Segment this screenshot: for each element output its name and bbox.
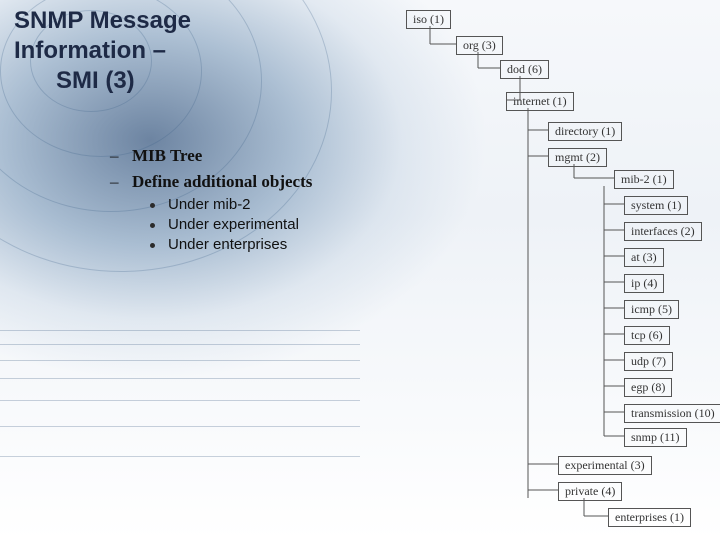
slide-title: SNMP Message Information – SMI (3) xyxy=(14,6,354,96)
subbullet-mib2: Under mib-2 xyxy=(146,196,390,213)
node-snmp: snmp (11) xyxy=(624,428,687,447)
slide-body: MIB Tree Define additional objects Under… xyxy=(110,146,390,259)
node-dod: dod (6) xyxy=(500,60,549,79)
node-internet: internet (1) xyxy=(506,92,574,111)
node-transmission: transmission (10) xyxy=(624,404,720,423)
subbullet-enterprises: Under enterprises xyxy=(146,236,390,253)
node-mib2: mib-2 (1) xyxy=(614,170,674,189)
node-icmp: icmp (5) xyxy=(624,300,679,319)
bg-streaks xyxy=(0,330,360,510)
node-directory: directory (1) xyxy=(548,122,622,141)
title-line-3: SMI (3) xyxy=(14,66,354,96)
node-system: system (1) xyxy=(624,196,688,215)
node-ip: ip (4) xyxy=(624,274,664,293)
bullet-define-label: Define additional objects xyxy=(132,172,312,191)
node-at: at (3) xyxy=(624,248,664,267)
node-enterprises: enterprises (1) xyxy=(608,508,691,527)
node-interfaces: interfaces (2) xyxy=(624,222,702,241)
bullet-define-additional: Define additional objects Under mib-2 Un… xyxy=(110,172,390,253)
title-line-2: Information – xyxy=(14,36,354,66)
node-tcp: tcp (6) xyxy=(624,326,670,345)
node-egp: egp (8) xyxy=(624,378,672,397)
node-mgmt: mgmt (2) xyxy=(548,148,607,167)
bullet-mib-tree: MIB Tree xyxy=(110,146,390,166)
slide: SNMP Message Information – SMI (3) MIB T… xyxy=(0,0,720,540)
node-private: private (4) xyxy=(558,482,622,501)
node-experimental: experimental (3) xyxy=(558,456,652,475)
title-line-1: SNMP Message xyxy=(14,6,354,36)
subbullet-experimental: Under experimental xyxy=(146,216,390,233)
node-org: org (3) xyxy=(456,36,503,55)
node-udp: udp (7) xyxy=(624,352,673,371)
node-iso: iso (1) xyxy=(406,10,451,29)
mib-tree-diagram: iso (1) org (3) dod (6) internet (1) dir… xyxy=(398,8,714,536)
